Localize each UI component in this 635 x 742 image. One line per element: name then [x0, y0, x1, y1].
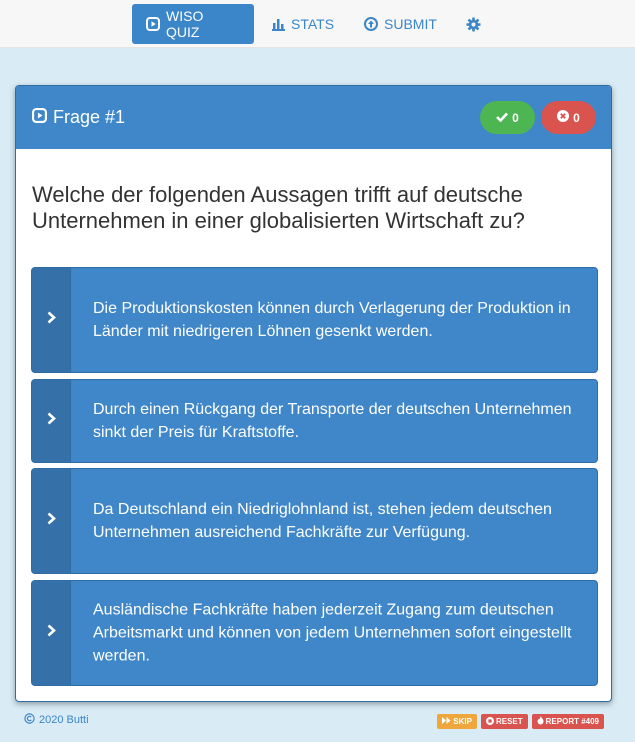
play-square-icon: [146, 17, 160, 31]
fast-forward-icon: [442, 717, 451, 726]
play-square-icon: [32, 107, 47, 128]
answer-text: Da Deutschland ein Niedriglohnland ist, …: [93, 501, 552, 541]
nav-submit-label: SUBMIT: [384, 16, 437, 32]
times-circle-icon: [557, 110, 570, 125]
copyright-icon: [24, 713, 35, 727]
nav-quiz-label: WISO QUIZ: [166, 8, 204, 40]
answer-option-3[interactable]: Da Deutschland ein Niedriglohnland ist, …: [31, 468, 598, 574]
chevron-right-icon: [47, 412, 56, 430]
answer-option-4[interactable]: Ausländische Fachkräfte haben jederzeit …: [31, 580, 598, 686]
answer-side: [32, 268, 71, 372]
answer-side: [32, 469, 71, 573]
report-button[interactable]: REPORT #409: [531, 714, 604, 729]
skip-label: SKIP: [453, 717, 472, 726]
chevron-right-icon: [47, 512, 56, 530]
nav-quiz-tab[interactable]: WISO QUIZ: [132, 4, 254, 44]
fire-icon: [537, 716, 544, 727]
question-text: Welche der folgenden Aussagen trifft auf…: [32, 182, 525, 233]
bar-chart-icon: [272, 18, 285, 31]
nav-stats-tab[interactable]: STATS: [258, 4, 348, 44]
question-title-label: Frage #1: [53, 107, 126, 127]
correct-count: 0: [512, 110, 519, 125]
nav-submit-tab[interactable]: SUBMIT: [350, 4, 451, 44]
check-icon: [496, 111, 509, 125]
correct-count-badge: 0: [480, 101, 535, 134]
reset-label: RESET: [495, 717, 523, 726]
answer-option-1[interactable]: Die Produktionskosten können durch Verla…: [31, 267, 598, 373]
score-badges: 0 0: [480, 101, 596, 134]
nav-stats-label: STATS: [291, 16, 335, 32]
copyright: 2020 Butti: [24, 713, 89, 727]
footer-actions: SKIP RESET REPORT #409: [437, 714, 604, 729]
chevron-right-icon: [47, 624, 56, 642]
upload-circle-icon: [364, 17, 378, 31]
quiz-card: Frage #1 0 0 Welche der folgenden Aussag…: [15, 85, 612, 702]
top-navbar: WISO QUIZ STATS SUBMIT: [0, 0, 635, 48]
answer-side: [32, 380, 71, 462]
answer-text: Die Produktionskosten können durch Verla…: [93, 300, 571, 340]
copyright-text: 2020 Butti: [39, 714, 89, 726]
card-header: Frage #1 0 0: [16, 86, 611, 149]
skip-button[interactable]: SKIP: [437, 714, 477, 729]
question-title: Frage #1: [32, 107, 125, 128]
reset-button[interactable]: RESET: [480, 714, 528, 729]
answer-text: Durch einen Rückgang der Transporte der …: [93, 401, 572, 441]
wrong-count: 0: [573, 110, 580, 125]
chevron-right-icon: [47, 311, 56, 329]
stop-circle-icon: [485, 716, 494, 727]
answer-option-2[interactable]: Durch einen Rückgang der Transporte der …: [31, 379, 598, 463]
gear-icon: [466, 16, 481, 32]
answer-text: Ausländische Fachkräfte haben jederzeit …: [93, 601, 572, 665]
answer-side: [32, 581, 71, 685]
wrong-count-badge: 0: [541, 101, 596, 134]
report-label: REPORT #409: [545, 717, 599, 726]
settings-button[interactable]: [454, 4, 493, 44]
